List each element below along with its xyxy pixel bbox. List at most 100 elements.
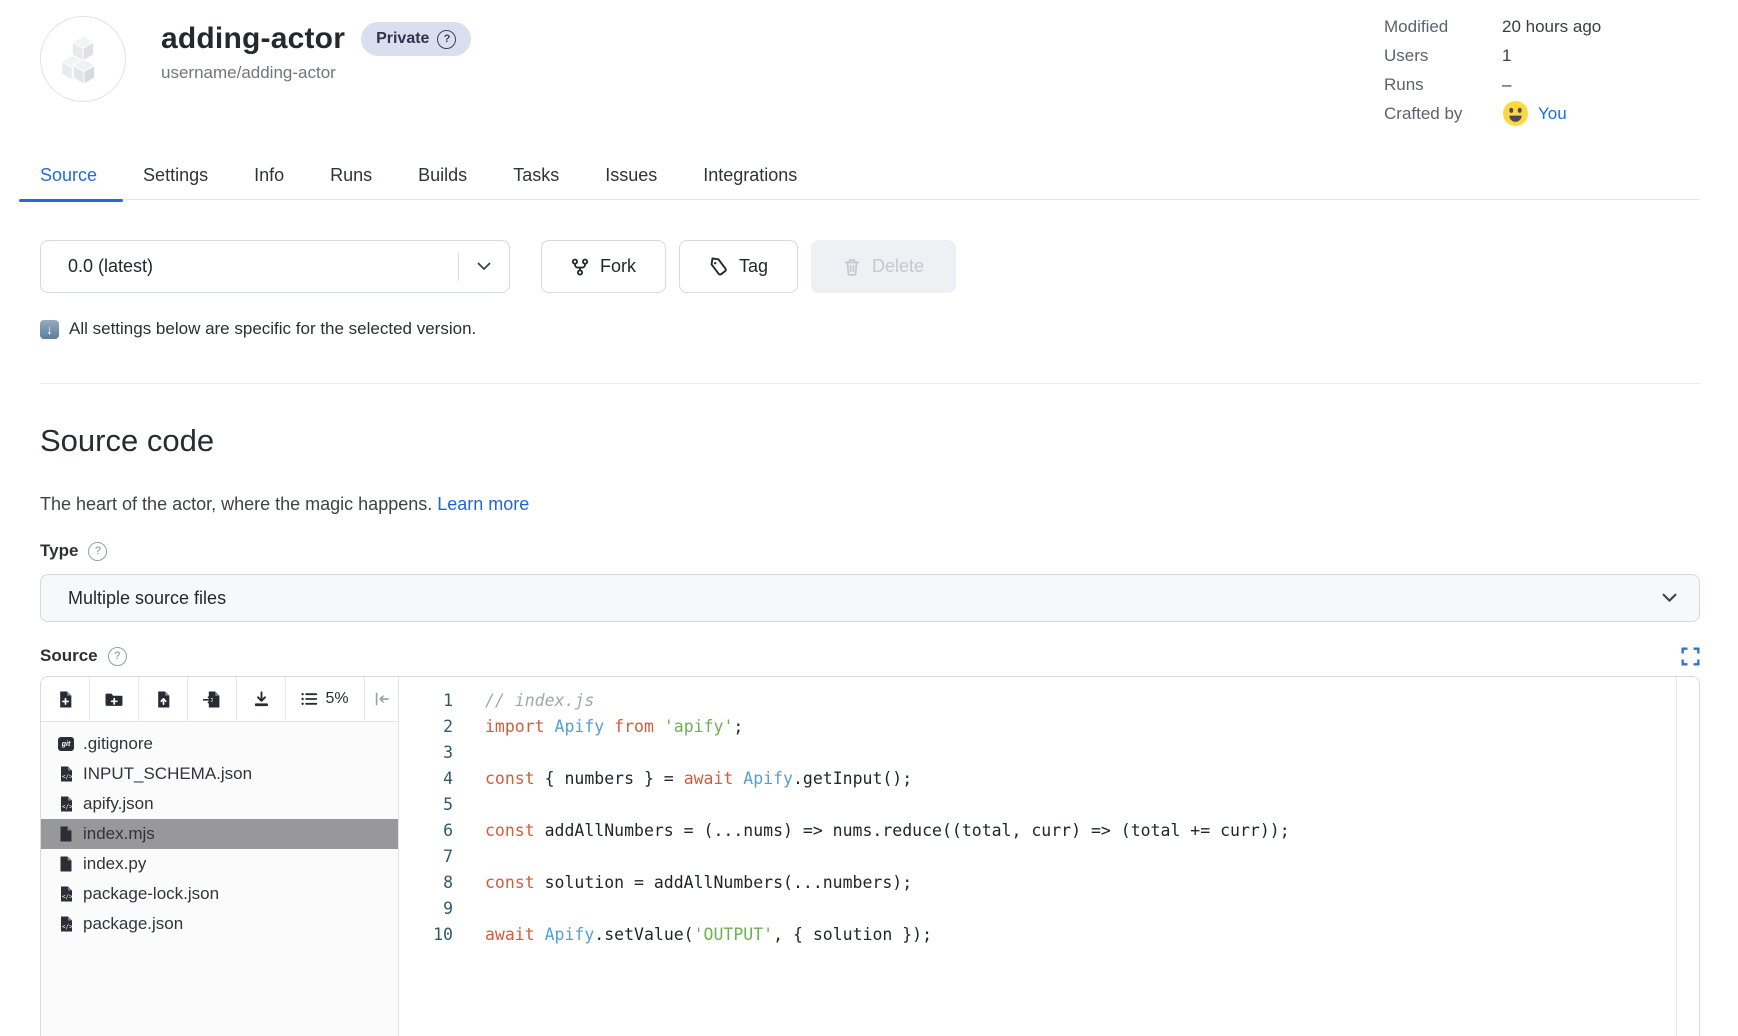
- file-row[interactable]: </> package-lock.json: [41, 879, 398, 909]
- file-name: index.mjs: [83, 824, 155, 844]
- import-file-button[interactable]: [188, 677, 237, 721]
- line-number: 5: [399, 792, 453, 818]
- file-name: index.py: [83, 854, 146, 874]
- fullscreen-icon[interactable]: [1681, 647, 1700, 666]
- delete-button[interactable]: Delete: [811, 240, 956, 293]
- tab-builds[interactable]: Builds: [418, 165, 467, 186]
- tab-issues[interactable]: Issues: [605, 165, 657, 186]
- source-help-icon[interactable]: ?: [108, 647, 127, 666]
- file-row[interactable]: </> INPUT_SCHEMA.json: [41, 759, 398, 789]
- code-line[interactable]: 9: [399, 896, 1676, 922]
- file-row[interactable]: index.mjs: [41, 819, 398, 849]
- code-editor: 1// index.js2import Apify from 'apify';3…: [399, 677, 1676, 1036]
- source-code-description: The heart of the actor, where the magic …: [40, 494, 1700, 515]
- file-row[interactable]: git .gitignore: [41, 729, 398, 759]
- tab-label: Source: [40, 165, 97, 185]
- file-row[interactable]: </> apify.json: [41, 789, 398, 819]
- code-text: const { numbers } = await Apify.getInput…: [485, 766, 912, 792]
- meta-value[interactable]: You: [1538, 104, 1567, 124]
- fork-icon: [571, 258, 589, 276]
- tag-button[interactable]: Tag: [679, 240, 798, 293]
- type-help-icon[interactable]: ?: [88, 542, 107, 561]
- meta-label: Runs: [1384, 75, 1502, 95]
- line-number: 8: [399, 870, 453, 896]
- tab-label: Info: [254, 165, 284, 185]
- tag-button-label: Tag: [739, 256, 768, 277]
- version-select[interactable]: 0.0 (latest): [40, 240, 510, 293]
- code-line[interactable]: 6const addAllNumbers = (...nums) => nums…: [399, 818, 1676, 844]
- source-editor-widget: 5% git .gitignore </> INPUT_SCHEMA.json …: [40, 676, 1700, 1036]
- tab-integrations[interactable]: Integrations: [703, 165, 797, 186]
- code-line[interactable]: 8const solution = addAllNumbers(...numbe…: [399, 870, 1676, 896]
- file-name: package.json: [83, 914, 183, 934]
- tab-label: Integrations: [703, 165, 797, 185]
- tab-info[interactable]: Info: [254, 165, 284, 186]
- new-folder-button[interactable]: [90, 677, 139, 721]
- file-name: INPUT_SCHEMA.json: [83, 764, 252, 784]
- trash-icon: [843, 258, 861, 276]
- actor-detail-page: adding-actor Private ? username/adding-a…: [0, 0, 1738, 1036]
- bar-arrow-left-icon[interactable]: [365, 677, 398, 721]
- code-line[interactable]: 4 const { numbers } = await Apify.getInpu…: [399, 766, 1676, 792]
- learn-more-link[interactable]: Learn more: [437, 494, 529, 514]
- meta-value: –: [1502, 75, 1511, 95]
- upload-file-button[interactable]: [139, 677, 188, 721]
- code-text: const addAllNumbers = (...nums) => nums.…: [485, 818, 1290, 844]
- source-type-select[interactable]: Multiple source files: [40, 574, 1700, 622]
- tab-source[interactable]: Source: [40, 165, 97, 186]
- description-text: The heart of the actor, where the magic …: [40, 494, 432, 514]
- code-lines: 1// index.js2import Apify from 'apify';3…: [399, 688, 1676, 948]
- actor-avatar: [40, 16, 126, 102]
- tab-tasks[interactable]: Tasks: [513, 165, 559, 186]
- meta-label: Modified: [1384, 17, 1502, 37]
- cubes-icon: [54, 30, 112, 88]
- code-line[interactable]: 5: [399, 792, 1676, 818]
- code-text: // index.js: [485, 688, 594, 714]
- fork-button[interactable]: Fork: [541, 240, 666, 293]
- help-icon[interactable]: ?: [437, 30, 456, 49]
- tab-runs[interactable]: Runs: [330, 165, 372, 186]
- type-label-row: Type ?: [40, 541, 1700, 561]
- fork-button-label: Fork: [600, 256, 636, 277]
- type-label: Type: [40, 541, 78, 561]
- new-file-button[interactable]: [41, 677, 90, 721]
- meta-row: Modified 20 hours ago: [1384, 12, 1601, 41]
- meta-value: 1: [1502, 46, 1511, 66]
- line-number: 7: [399, 844, 453, 870]
- code-line[interactable]: 10await Apify.setValue('OUTPUT', { solut…: [399, 922, 1676, 948]
- json-file-icon: </>: [58, 766, 74, 782]
- file-row[interactable]: index.py: [41, 849, 398, 879]
- version-note-text: All settings below are specific for the …: [69, 319, 476, 339]
- zoom-level-value: 5%: [325, 690, 348, 708]
- file-name: .gitignore: [83, 734, 153, 754]
- tab-label: Tasks: [513, 165, 559, 185]
- code-line[interactable]: 7: [399, 844, 1676, 870]
- file-list: git .gitignore </> INPUT_SCHEMA.json </>…: [41, 722, 398, 939]
- download-button[interactable]: [237, 677, 286, 721]
- line-number: 4: [399, 766, 453, 792]
- actor-meta: Modified 20 hours ago Users 1 Runs – Cra…: [1384, 12, 1601, 128]
- file-row[interactable]: </> package.json: [41, 909, 398, 939]
- file-icon: [58, 826, 74, 842]
- code-line[interactable]: 1// index.js: [399, 688, 1676, 714]
- source-label-row: Source ?: [40, 646, 1700, 666]
- private-badge: Private ?: [361, 22, 471, 56]
- file-panel: 5% git .gitignore </> INPUT_SCHEMA.json …: [41, 677, 399, 1036]
- tab-settings[interactable]: Settings: [143, 165, 208, 186]
- source-code-heading: Source code: [40, 422, 1700, 460]
- meta-row: Crafted by You: [1384, 99, 1601, 128]
- actor-full-name: username/adding-actor: [161, 63, 471, 83]
- code-line[interactable]: 2import Apify from 'apify';: [399, 714, 1676, 740]
- page-title: adding-actor: [161, 22, 345, 56]
- json-file-icon: </>: [58, 886, 74, 902]
- version-note: ↓ All settings below are specific for th…: [40, 319, 1700, 339]
- tab-label: Builds: [418, 165, 467, 185]
- code-line[interactable]: 3: [399, 740, 1676, 766]
- editor-scrollbar[interactable]: [1676, 677, 1699, 1036]
- line-number: 3: [399, 740, 453, 766]
- tag-icon: [709, 257, 728, 276]
- tab-label: Settings: [143, 165, 208, 185]
- file-name: apify.json: [83, 794, 154, 814]
- file-name: package-lock.json: [83, 884, 219, 904]
- meta-row: Runs –: [1384, 70, 1601, 99]
